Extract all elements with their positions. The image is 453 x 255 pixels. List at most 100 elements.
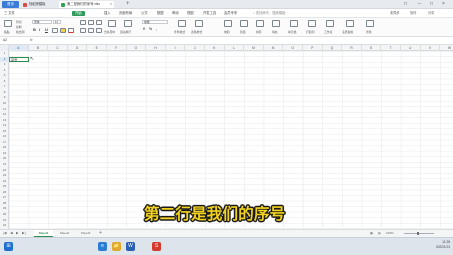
fill-handle[interactable] <box>27 60 29 63</box>
sheet-tab-bar: |◀ ◀ ▶ ▶| Sheet1 Sheet2 Sheet3 + ▦ ▤ 100… <box>0 229 453 237</box>
sheet-tab-sheet2[interactable]: Sheet2 <box>55 230 74 237</box>
menu-member[interactable]: 会员专享 <box>224 11 237 16</box>
next-sheet-icon[interactable]: ▶ <box>16 230 19 237</box>
maximize-button[interactable]: □ <box>430 0 433 8</box>
italic-button[interactable]: I <box>39 27 40 32</box>
command-search-placeholder: 查找命令、搜索模板 <box>255 11 286 15</box>
zoom-level[interactable]: 100% <box>386 230 394 237</box>
share-button[interactable]: 分享 <box>428 11 434 16</box>
wrap-text-icon[interactable] <box>124 20 132 27</box>
wps-template-icon <box>23 2 27 7</box>
file-explorer-icon[interactable]: 📁 <box>112 242 121 251</box>
menu-page-layout[interactable]: 页面布局 <box>119 11 132 16</box>
tab-active-workbook[interactable]: 第二是我们的序号.xlsx × <box>59 1 114 8</box>
new-tab-button[interactable]: + <box>126 0 130 8</box>
mouse-cursor-icon: ↖ <box>30 56 35 62</box>
currency-icon[interactable]: ¥ <box>143 27 145 31</box>
wps-office-icon[interactable]: S <box>152 242 161 251</box>
menu-formulas[interactable]: 公式 <box>141 11 148 16</box>
name-box[interactable]: A2 <box>2 38 22 43</box>
filter-icon[interactable] <box>240 20 248 27</box>
filter-label: 筛选 <box>240 30 246 34</box>
browser-icon[interactable]: e <box>98 242 107 251</box>
spreadsheet-grid[interactable]: 1 2 3 4 5 6 7 8 9 10 11 12 13 14 15 16 17 18 19 20 21 22 23 24 2… <box>0 51 453 229</box>
last-sheet-icon[interactable]: ▶| <box>22 230 26 237</box>
cut-button[interactable]: 剪切 <box>16 20 22 24</box>
align-middle-icon[interactable] <box>88 28 94 33</box>
paste-icon[interactable] <box>4 20 12 27</box>
zoom-slider-handle[interactable] <box>417 231 419 236</box>
video-subtitle: 第二行是我们的序号 <box>144 205 286 223</box>
menu-view[interactable]: 视图 <box>187 11 194 16</box>
menu-review[interactable]: 审阅 <box>172 11 179 16</box>
cell-icon[interactable] <box>290 20 298 27</box>
bold-button[interactable]: B <box>33 27 36 32</box>
fx-icon[interactable]: fx <box>30 38 33 43</box>
os-taskbar: ⊞ e 📁 W S 11:28 2022/1/13 <box>0 237 453 255</box>
menu-insert[interactable]: 插入 <box>104 11 111 16</box>
spreadsheet-file-icon <box>61 2 65 7</box>
format-painter-button[interactable]: 格式刷 <box>16 30 24 34</box>
row-header-column: 1 2 3 4 5 6 7 8 9 10 11 12 13 14 15 16 17 18 19 20 21 22 23 24 2… <box>0 51 9 229</box>
thousands-icon[interactable]: , <box>156 27 157 31</box>
fill-icon[interactable] <box>272 20 280 27</box>
system-clock[interactable]: 11:28 2022/1/13 <box>418 240 450 249</box>
close-tab-icon[interactable]: × <box>110 1 112 8</box>
menu-file[interactable]: 三 文件 <box>4 11 15 16</box>
worksheet-icon[interactable] <box>326 20 334 27</box>
tab-workbook-label: 第二是我们的序号.xlsx <box>67 2 100 6</box>
align-left-icon[interactable] <box>80 20 86 25</box>
freeze-panes-icon[interactable] <box>346 20 354 27</box>
number-format-select[interactable]: 常规 <box>142 20 168 24</box>
add-sheet-button[interactable]: + <box>99 230 102 237</box>
row-column-label: 行和列 <box>306 30 315 34</box>
fill-color-icon[interactable] <box>60 28 66 33</box>
start-button-icon[interactable]: ⊞ <box>4 242 13 251</box>
copy-button[interactable]: 复制 <box>16 25 22 29</box>
freeze-panes-label: 冻结窗格 <box>342 30 354 34</box>
prev-sheet-icon[interactable]: ◀ <box>10 230 13 237</box>
conditional-format-icon[interactable] <box>178 20 186 27</box>
active-cell-a2[interactable]: 序号 <box>9 56 29 63</box>
row-column-icon[interactable] <box>308 20 316 27</box>
paste-label: 粘贴 <box>4 30 10 34</box>
underline-button[interactable]: U <box>45 27 48 32</box>
percent-icon[interactable]: % <box>149 27 152 31</box>
view-page-icon[interactable]: ▤ <box>378 230 381 237</box>
first-sheet-icon[interactable]: |◀ <box>3 230 7 237</box>
collaborate-button[interactable]: 协作 <box>410 11 416 16</box>
tab-template[interactable]: 找稻壳模板 <box>21 1 57 8</box>
sync-status[interactable]: 未同步 <box>390 11 400 16</box>
menu-developer[interactable]: 开发工具 <box>203 11 216 16</box>
align-right-icon[interactable] <box>96 20 102 25</box>
wrap-text-label: 自动换行 <box>120 30 132 34</box>
sum-icon[interactable] <box>224 20 232 27</box>
home-tab[interactable]: 首页 <box>2 1 19 8</box>
wps-writer-icon[interactable]: W <box>126 242 135 251</box>
font-size-select[interactable]: 11 <box>53 20 61 24</box>
align-top-icon[interactable] <box>80 28 86 33</box>
find-icon[interactable] <box>366 20 374 27</box>
border-icon[interactable] <box>52 28 58 33</box>
title-tab-bar: 首页 找稻壳模板 第二是我们的序号.xlsx × + □ – □ × <box>0 0 453 9</box>
align-center-icon[interactable] <box>88 20 94 25</box>
font-name-select[interactable]: 宋体 <box>32 20 52 24</box>
font-color-icon[interactable] <box>68 28 74 33</box>
menu-home[interactable]: 开始 <box>72 11 85 16</box>
sort-label: 排序 <box>256 30 262 34</box>
sheet-tab-sheet3[interactable]: Sheet3 <box>76 230 95 237</box>
row-header-32[interactable]: 32 <box>0 223 9 229</box>
cell-label: 单元格 <box>288 30 297 34</box>
close-window-button[interactable]: × <box>442 0 445 8</box>
table-style-icon[interactable] <box>195 20 203 27</box>
align-bottom-icon[interactable] <box>96 28 102 33</box>
sort-icon[interactable] <box>256 20 264 27</box>
command-search[interactable]: ⌕ 查找命令、搜索模板 <box>253 11 285 16</box>
zoom-slider[interactable] <box>404 233 434 234</box>
merge-center-icon[interactable] <box>108 20 116 27</box>
view-normal-icon[interactable]: ▦ <box>370 230 373 237</box>
window-layout-icon[interactable]: □ <box>404 0 407 8</box>
menu-data[interactable]: 数据 <box>157 11 164 16</box>
minimize-button[interactable]: – <box>418 0 421 8</box>
sheet-tab-sheet1[interactable]: Sheet1 <box>34 230 53 237</box>
